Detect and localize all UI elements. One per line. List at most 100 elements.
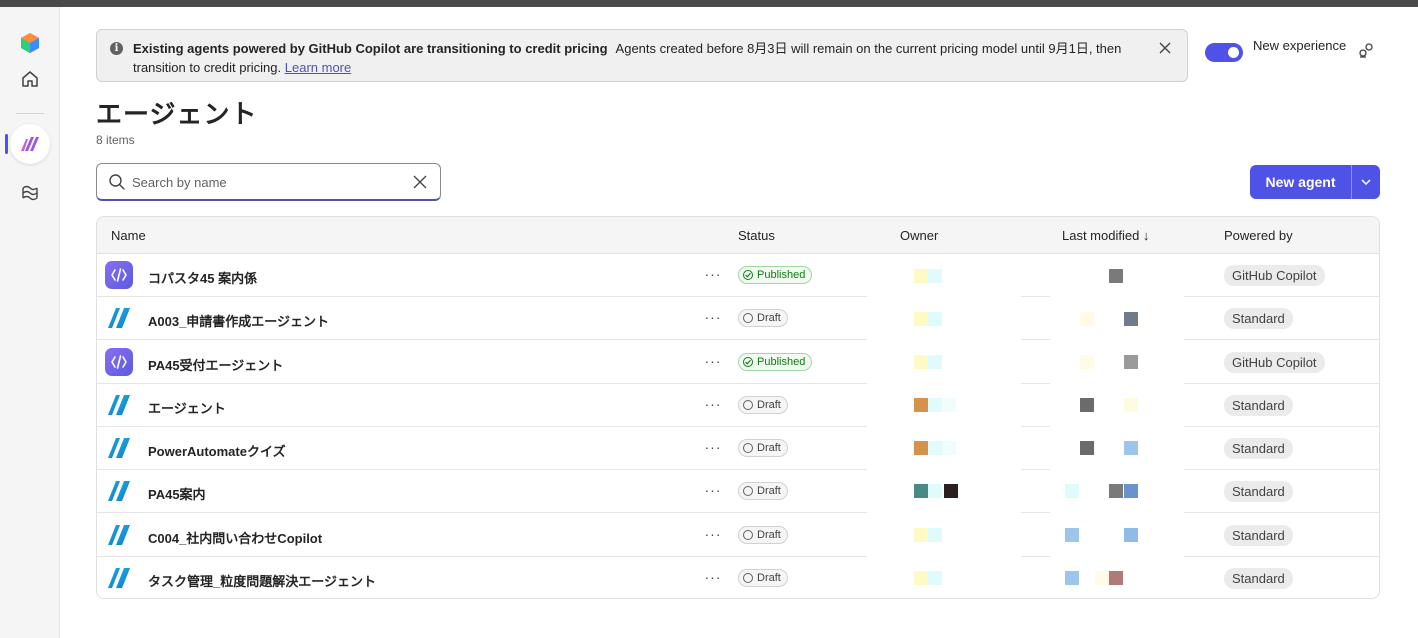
- github-copilot-agent-icon: [105, 347, 133, 376]
- agents-table: Name Status Owner Last modified ↓ Powere…: [96, 216, 1380, 599]
- powered-by-badge: GitHub Copilot: [1224, 351, 1325, 373]
- agent-name[interactable]: PowerAutomateクイズ: [148, 441, 286, 460]
- search-input[interactable]: [132, 171, 402, 193]
- powered-by-badge: Standard: [1224, 394, 1293, 416]
- new-experience-toggle[interactable]: [1205, 43, 1243, 62]
- status-badge: Draft: [738, 482, 788, 501]
- redaction-pixel: [928, 398, 942, 412]
- redaction-pixel: [928, 484, 942, 498]
- status-label: Draft: [757, 528, 781, 541]
- more-options-icon[interactable]: ···: [703, 482, 723, 500]
- agent-name[interactable]: PA45案内: [148, 484, 206, 503]
- pricing-banner: i Existing agents powered by GitHub Copi…: [96, 29, 1188, 82]
- table-row[interactable]: PA45受付エージェント ··· Published GitHub Copilot: [97, 341, 1379, 384]
- powered-by-badge: Standard: [1224, 524, 1293, 546]
- column-powered-by[interactable]: Powered by: [1224, 228, 1293, 243]
- redaction-pixel: [928, 355, 942, 369]
- status-label: Draft: [757, 571, 781, 584]
- redaction-pixel: [914, 571, 928, 585]
- table-row[interactable]: A003_申請書作成エージェント ··· Draft Standard: [97, 297, 1379, 341]
- check-circle-icon: [743, 356, 753, 367]
- info-icon: i: [110, 42, 123, 55]
- redaction-pixel: [928, 312, 942, 326]
- redaction-pixel: [1124, 441, 1138, 455]
- rail-active-indicator: [5, 134, 8, 154]
- chevron-down-icon[interactable]: [1352, 165, 1380, 199]
- redaction-pixel: [928, 528, 942, 542]
- circle-icon: [743, 399, 753, 410]
- redaction-pixel: [914, 528, 928, 542]
- standard-agent-icon: [105, 521, 133, 549]
- status-badge: Draft: [738, 525, 788, 544]
- circle-icon: [743, 572, 753, 583]
- redaction-pixel: [1109, 571, 1123, 585]
- redaction-pixel: [1095, 571, 1109, 585]
- redaction-pixel: [914, 398, 928, 412]
- standard-agent-icon: [105, 477, 133, 505]
- home-icon[interactable]: [10, 59, 50, 99]
- column-name[interactable]: Name: [111, 228, 146, 243]
- status-badge: Draft: [738, 439, 788, 457]
- status-label: Draft: [757, 398, 781, 411]
- redaction-pixel: [914, 484, 928, 498]
- left-rail: [0, 7, 60, 638]
- redaction-pixel: [914, 312, 928, 326]
- more-options-icon[interactable]: ···: [703, 309, 723, 327]
- item-count: 8 items: [96, 133, 135, 147]
- more-options-icon[interactable]: ···: [703, 353, 723, 371]
- column-status[interactable]: Status: [738, 228, 775, 243]
- redaction-pixel: [1065, 528, 1079, 542]
- agents-icon[interactable]: [10, 124, 50, 164]
- more-options-icon[interactable]: ···: [703, 266, 723, 284]
- agent-name[interactable]: コパスタ45 案内係: [148, 268, 257, 287]
- more-options-icon[interactable]: ···: [703, 569, 723, 587]
- redaction-pixel: [914, 441, 928, 455]
- agent-name[interactable]: A003_申請書作成エージェント: [148, 311, 329, 330]
- redaction-pixel: [1080, 355, 1094, 369]
- table-row[interactable]: エージェント ··· Draft Standard: [97, 384, 1379, 427]
- learn-more-link[interactable]: Learn more: [285, 60, 351, 75]
- table-row[interactable]: PA45案内 ··· Draft Standard: [97, 470, 1379, 514]
- table-row[interactable]: PowerAutomateクイズ ··· Draft Standard: [97, 427, 1379, 470]
- column-last-modified[interactable]: Last modified ↓: [1062, 228, 1149, 243]
- redaction-pixel: [1124, 312, 1138, 326]
- close-icon[interactable]: [1157, 40, 1173, 56]
- more-options-icon[interactable]: ···: [703, 526, 723, 544]
- redaction-pixel: [1065, 484, 1079, 498]
- agent-name[interactable]: タスク管理_粒度問題解決エージェント: [148, 571, 376, 590]
- banner-title: Existing agents powered by GitHub Copilo…: [133, 41, 608, 56]
- new-agent-split-button: New agent: [1250, 165, 1380, 199]
- status-badge: Draft: [738, 568, 788, 587]
- rail-divider: [16, 113, 44, 114]
- redaction-pixel: [928, 269, 942, 283]
- redaction-pixel: [1124, 528, 1138, 542]
- redaction-pixel: [1080, 312, 1094, 326]
- redaction-pixel: [1124, 398, 1138, 412]
- redaction-pixel: [1080, 398, 1094, 412]
- more-options-icon[interactable]: ···: [703, 396, 723, 414]
- redaction-pixel: [1124, 484, 1138, 498]
- standard-agent-icon: [105, 304, 133, 332]
- status-label: Draft: [757, 312, 781, 325]
- agent-library-icon[interactable]: [10, 173, 50, 213]
- search-box: [96, 163, 441, 201]
- more-options-icon[interactable]: ···: [703, 439, 723, 457]
- redaction-pixel: [1080, 441, 1094, 455]
- agent-name[interactable]: PA45受付エージェント: [148, 355, 283, 374]
- toggle-knob: [1228, 47, 1239, 58]
- redaction-pixel: [928, 441, 942, 455]
- agent-name[interactable]: エージェント: [148, 398, 226, 417]
- table-row[interactable]: C004_社内問い合わせCopilot ··· Draft Standard: [97, 514, 1379, 557]
- table-row[interactable]: コパスタ45 案内係 ··· Published GitHub Copilot: [97, 254, 1379, 297]
- column-owner[interactable]: Owner: [900, 228, 938, 243]
- redaction-pixel: [942, 398, 956, 412]
- circle-icon: [743, 313, 753, 324]
- new-agent-button[interactable]: New agent: [1250, 165, 1351, 199]
- agent-name[interactable]: C004_社内問い合わせCopilot: [148, 528, 322, 547]
- app-logo-icon[interactable]: [10, 23, 50, 63]
- powered-by-badge: Standard: [1224, 308, 1293, 330]
- feedback-icon[interactable]: [1357, 41, 1375, 59]
- redaction-pixel: [1109, 269, 1123, 283]
- table-row[interactable]: タスク管理_粒度問題解決エージェント ··· Draft Standard: [97, 557, 1379, 598]
- clear-search-icon[interactable]: [412, 174, 428, 190]
